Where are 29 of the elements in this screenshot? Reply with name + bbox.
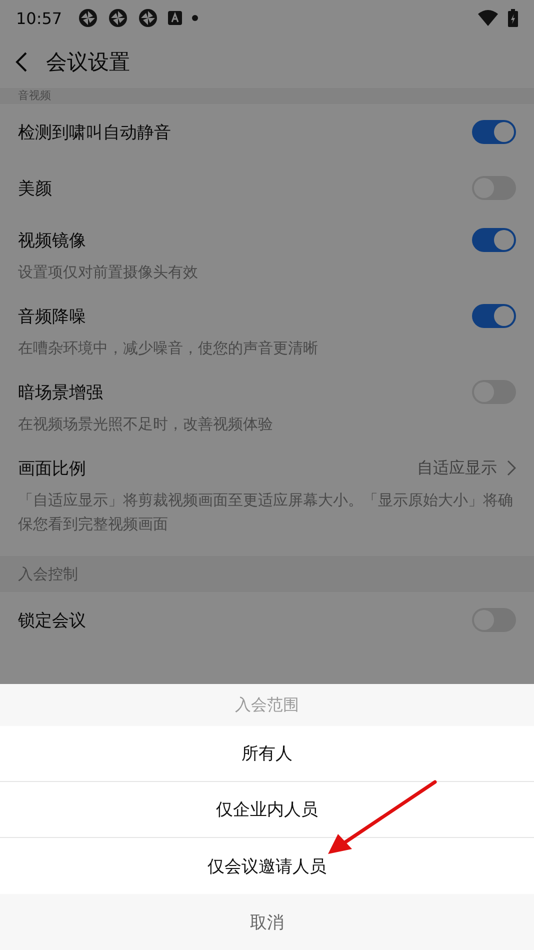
setting-label: 检测到啸叫自动静音 [18,122,171,144]
chevron-right-icon [507,460,516,476]
setting-label: 音频降噪 [18,306,86,328]
setting-label: 锁定会议 [18,610,86,632]
setting-label: 美颜 [18,178,52,200]
toggle-switch[interactable] [472,304,516,328]
sheet-title: 入会范围 [235,694,299,716]
back-icon[interactable] [14,51,28,73]
aperture-icon [138,8,158,28]
toggle-switch[interactable] [472,120,516,144]
aperture-icon [78,8,98,28]
section-title: 入会控制 [18,566,78,582]
setting-label: 画面比例 [18,458,86,480]
status-time: 10:57 [16,8,62,28]
cancel-button[interactable]: 取消 [0,894,534,950]
page-title: 会议设置 [46,49,130,76]
setting-label: 视频镜像 [18,230,86,252]
setting-description: 「自适应显示」将剪裁视频画面至更适应屏幕大小。「显示原始大小」将确保您看到完整视频画面 [18,490,514,535]
toggle-switch[interactable] [472,228,516,252]
setting-description: 设置项仅对前置摄像头有效 [18,262,199,283]
setting-label: 暗场景增强 [18,382,103,404]
wifi-icon [478,10,498,26]
section-title: 音视频 [18,90,51,102]
setting-description: 在视频场景光照不足时，改善视频体验 [18,414,274,435]
setting-description: 在嘈杂环境中，减少噪音，使您的声音更清晰 [18,338,319,359]
app-notification-icon [168,11,182,25]
aperture-icon [108,8,128,28]
battery-icon [508,9,518,27]
dot-icon [192,15,198,21]
